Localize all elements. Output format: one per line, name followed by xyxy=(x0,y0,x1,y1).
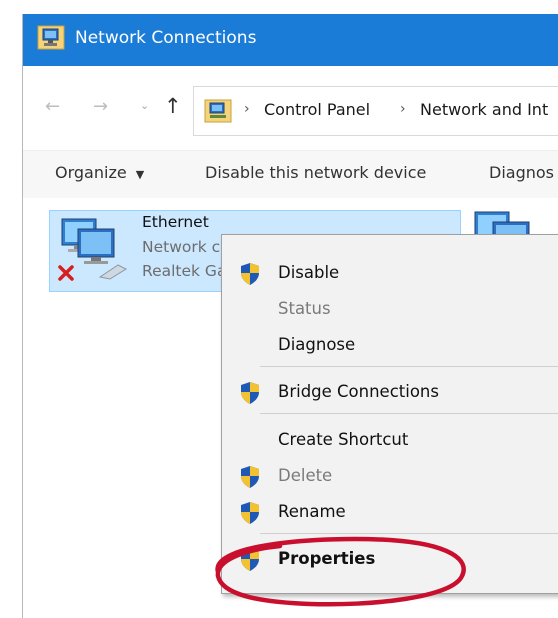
navigation-row: ← → ⌄ ↑ › Control Panel › Network and In… xyxy=(23,66,558,150)
menu-item-create-shortcut[interactable]: Create Shortcut xyxy=(222,423,558,457)
menu-item-rename[interactable]: Rename xyxy=(222,495,558,529)
menu-item-bridge-connections[interactable]: Bridge Connections xyxy=(222,375,558,409)
menu-item-label: Delete xyxy=(278,466,333,485)
menu-separator xyxy=(260,533,558,534)
title-bar: Network Connections xyxy=(23,14,558,66)
network-connections-icon xyxy=(37,25,65,50)
connection-name: Ethernet xyxy=(142,213,209,231)
menu-item-properties[interactable]: Properties xyxy=(222,542,558,576)
command-bar: Organize ▼ Disable this network device D… xyxy=(23,150,558,199)
menu-item-label: Bridge Connections xyxy=(278,382,439,401)
menu-item-delete[interactable]: Delete xyxy=(222,459,558,493)
uac-shield-icon xyxy=(241,502,259,524)
uac-shield-icon xyxy=(241,466,259,488)
menu-item-label: Disable xyxy=(278,263,340,282)
control-panel-icon xyxy=(204,99,232,123)
uac-shield-icon xyxy=(241,549,259,571)
menu-separator xyxy=(260,366,558,367)
menu-item-diagnose[interactable]: Diagnose xyxy=(222,328,558,362)
address-bar[interactable]: › Control Panel › Network and Int xyxy=(193,86,558,136)
menu-item-label: Create Shortcut xyxy=(278,430,409,449)
menu-separator xyxy=(260,413,558,414)
arrow-up-icon[interactable]: ↑ xyxy=(164,94,182,118)
menu-item-label: Status xyxy=(278,299,331,318)
menu-item-label: Properties xyxy=(278,549,376,568)
menu-item-label: Rename xyxy=(278,502,346,521)
diagnose-button[interactable]: Diagnos xyxy=(489,163,554,182)
menu-item-disable[interactable]: Disable xyxy=(222,256,558,290)
disable-device-button[interactable]: Disable this network device xyxy=(205,163,426,182)
menu-item-status[interactable]: Status xyxy=(222,292,558,326)
uac-shield-icon xyxy=(241,382,259,404)
breadcrumb-control-panel[interactable]: Control Panel xyxy=(264,100,370,119)
menu-item-label: Diagnose xyxy=(278,335,356,354)
chevron-down-icon[interactable]: ⌄ xyxy=(140,99,149,112)
ethernet-adapter-icon xyxy=(58,218,128,281)
arrow-right-icon[interactable]: → xyxy=(93,96,108,117)
context-menu: Disable Status Diagnose Bridge Connectio… xyxy=(221,234,558,594)
breadcrumb-separator: › xyxy=(244,101,250,117)
window-title: Network Connections xyxy=(75,28,257,48)
breadcrumb-network-and-internet[interactable]: Network and Int xyxy=(420,100,548,119)
dropdown-arrow-icon: ▼ xyxy=(135,168,145,181)
arrow-left-icon[interactable]: ← xyxy=(45,96,60,117)
organize-button[interactable]: Organize ▼ xyxy=(55,163,144,182)
breadcrumb-separator: › xyxy=(400,101,406,117)
organize-label: Organize xyxy=(55,163,127,182)
uac-shield-icon xyxy=(241,263,259,285)
